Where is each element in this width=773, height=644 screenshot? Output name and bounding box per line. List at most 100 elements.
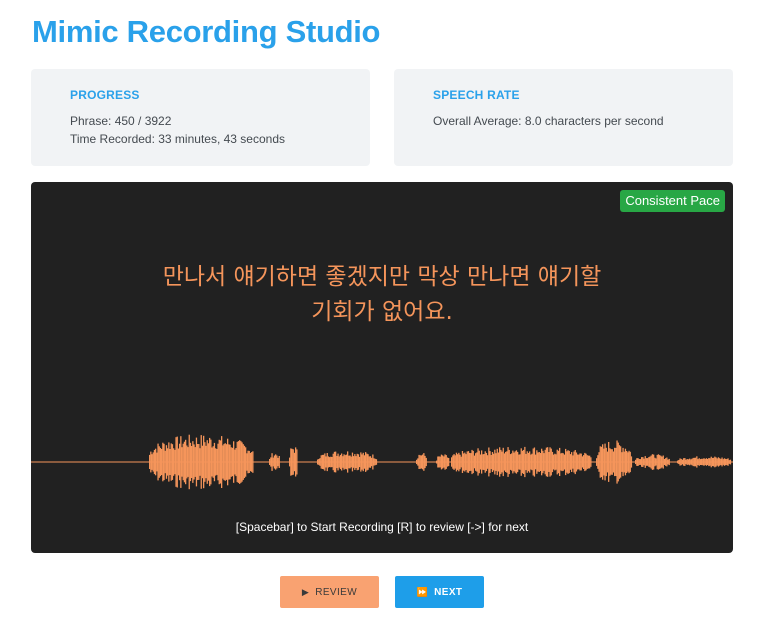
waveform-sample: [485, 452, 488, 472]
waveform-sample: [596, 458, 598, 466]
waveform-sample: [419, 455, 421, 469]
waveform-sample: [221, 436, 223, 488]
waveform-sample: [241, 442, 243, 482]
waveform-sample: [568, 450, 570, 474]
waveform-sample: [493, 453, 495, 471]
waveform-sample: [175, 437, 177, 487]
waveform-sample: [567, 450, 569, 474]
waveform-sample: [641, 457, 643, 467]
waveform-sample: [452, 455, 454, 469]
waveform-sample: [725, 458, 727, 466]
waveform-sample: [181, 447, 183, 477]
waveform-sample: [476, 452, 478, 472]
speech-rate-heading: SPEECH RATE: [433, 88, 520, 102]
waveform-sample: [487, 455, 489, 469]
waveform-sample: [523, 449, 525, 474]
waveform-sample: [457, 454, 459, 470]
waveform-sample: [339, 454, 342, 470]
waveform-sample: [174, 449, 176, 475]
waveform-sample: [191, 446, 193, 478]
progress-heading: PROGRESS: [70, 88, 140, 102]
waveform-sample: [708, 458, 710, 467]
waveform-sample: [418, 454, 420, 469]
waveform-sample: [684, 458, 686, 466]
waveform-sample: [338, 456, 340, 468]
waveform-sample: [657, 454, 660, 470]
waveform-sample: [354, 454, 356, 470]
waveform-sample: [295, 447, 297, 477]
waveform-sample: [685, 459, 687, 465]
waveform-sample: [436, 460, 438, 464]
waveform-sample: [635, 459, 637, 465]
waveform-sample: [716, 458, 718, 466]
waveform-sample: [343, 454, 345, 470]
waveform-sample: [611, 449, 613, 475]
waveform-sample: [246, 453, 248, 471]
waveform-sample: [320, 455, 322, 469]
waveform-sample: [622, 447, 624, 477]
waveform-sample: [645, 458, 648, 466]
waveform-sample: [693, 457, 696, 467]
next-button[interactable]: ⏩ NEXT: [395, 576, 484, 608]
waveform-sample: [470, 453, 472, 471]
waveform-sample: [350, 456, 352, 468]
waveform-sample: [373, 458, 375, 466]
waveform-sample: [330, 456, 332, 468]
waveform-sample: [521, 450, 524, 474]
waveform-sample: [526, 451, 528, 473]
waveform-sample: [644, 456, 646, 468]
waveform-sample: [615, 447, 617, 476]
waveform-sample: [723, 458, 726, 466]
waveform-sample: [514, 451, 516, 473]
waveform-sample: [719, 458, 721, 466]
waveform-sample: [562, 453, 564, 471]
waveform-sample: [296, 449, 298, 475]
waveform-sample: [365, 452, 367, 472]
waveform-sample: [602, 444, 604, 480]
waveform-sample: [687, 459, 690, 465]
waveform-sample: [647, 458, 649, 466]
waveform-sample: [499, 447, 501, 477]
waveform-sample: [513, 452, 515, 472]
waveform-sample: [557, 450, 560, 474]
phrase-count: Phrase: 450 / 3922: [70, 114, 172, 128]
waveform-sample: [648, 457, 650, 467]
waveform-sample: [369, 456, 372, 468]
waveform-sample: [660, 455, 662, 469]
waveform-sample: [205, 445, 207, 479]
waveform-sample: [639, 459, 642, 465]
waveform-sample: [698, 458, 700, 466]
phrase-line-2: 기회가 없어요.: [311, 299, 453, 325]
waveform-sample: [292, 449, 294, 475]
waveform-sample: [229, 444, 231, 480]
waveform-sample: [345, 454, 348, 470]
waveform-sample: [508, 449, 510, 475]
waveform-sample: [705, 458, 708, 466]
waveform-sample: [446, 457, 449, 467]
waveform-sample: [158, 446, 160, 478]
waveform-sample: [713, 457, 715, 467]
waveform-sample: [590, 457, 592, 467]
waveform-sample: [666, 457, 668, 467]
waveform-sample: [610, 449, 612, 475]
waveform-sample: [219, 440, 222, 484]
waveform-sample: [578, 454, 580, 470]
waveform-sample: [624, 448, 627, 476]
waveform-sample: [348, 455, 350, 469]
waveform-sample: [210, 439, 212, 485]
waveform-sample: [217, 443, 219, 481]
review-button[interactable]: ▶ REVIEW: [280, 576, 379, 608]
waveform-sample: [194, 447, 196, 477]
waveform-sample: [417, 458, 419, 466]
waveform-sample: [342, 456, 344, 468]
waveform-sample: [544, 449, 546, 475]
waveform-sample: [329, 457, 331, 467]
waveform-sample: [477, 448, 479, 476]
waveform-sample: [650, 455, 652, 469]
waveform-sample: [701, 458, 703, 466]
waveform-sample: [550, 448, 552, 476]
waveform-sample: [535, 454, 537, 470]
waveform-sample: [440, 454, 443, 470]
waveform-sample: [581, 456, 584, 468]
waveform-sample: [341, 453, 343, 471]
